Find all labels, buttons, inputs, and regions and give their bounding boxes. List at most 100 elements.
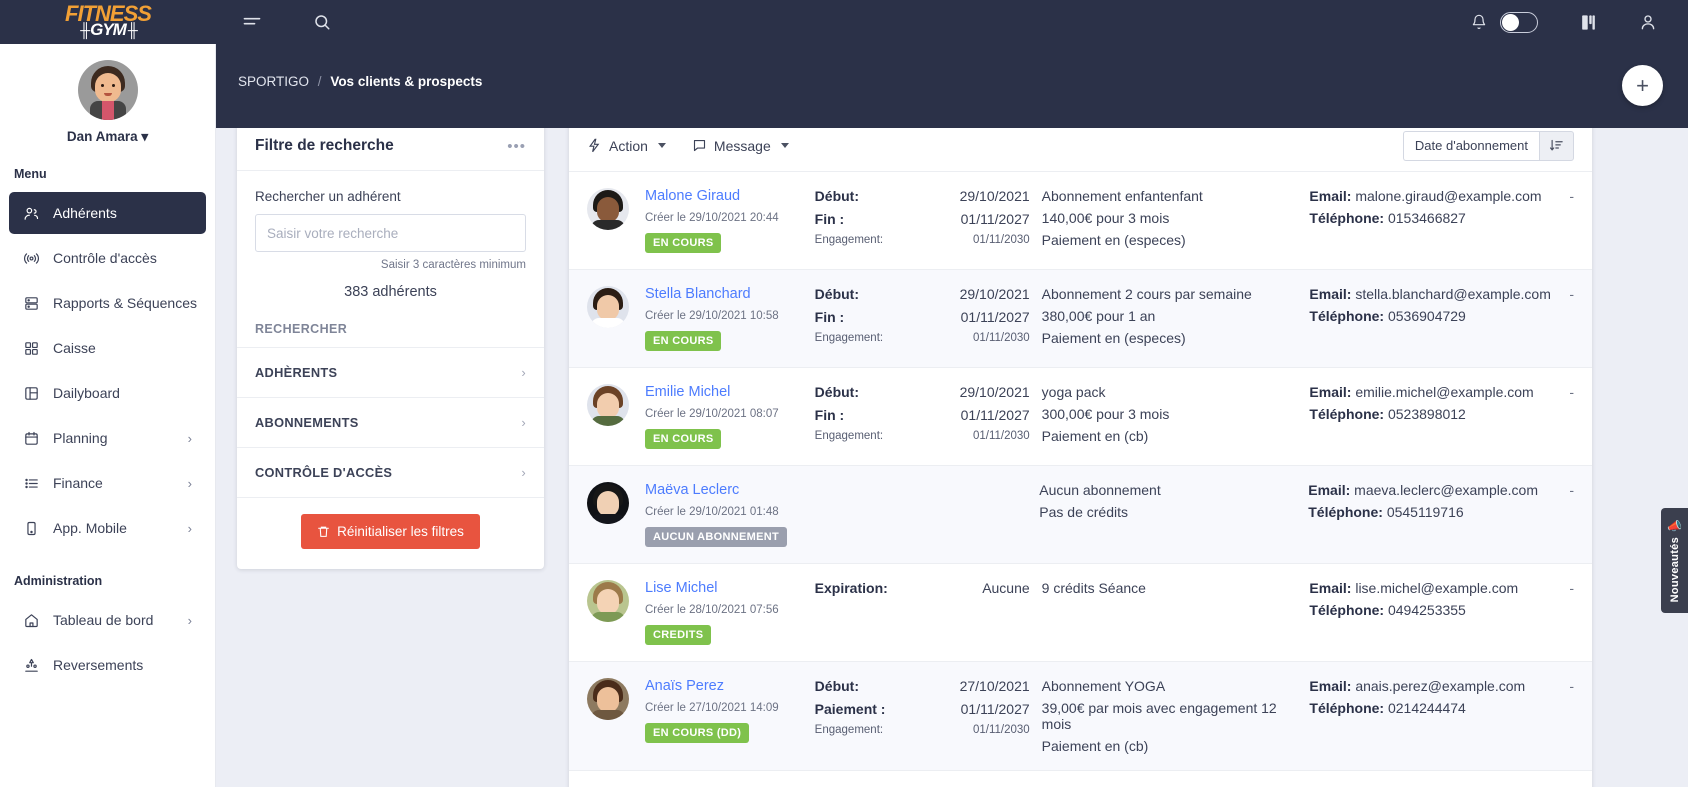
sidebar-item-planning[interactable]: Planning › <box>9 417 206 459</box>
date-value: Aucune <box>982 580 1030 596</box>
row-dates-cell: Début: 29/10/2021 Fin : 01/11/2027 Engagemen… <box>815 188 1030 253</box>
row-end-cell: - <box>1569 384 1574 400</box>
table-row[interactable]: Malone Giraud Créer le 29/10/2021 20:44 EN… <box>569 172 1592 270</box>
message-label: Message <box>713 137 771 154</box>
sidebar-username: Dan Amara <box>66 129 138 144</box>
search-hint: Saisir 3 caractères minimum <box>380 259 526 271</box>
email-line: Email: malone.giraud@example.com <box>1309 188 1569 204</box>
date-value: 01/11/2027 <box>960 211 1030 227</box>
email-value: maeva.leclerc@example.com <box>1354 482 1538 498</box>
member-name-link[interactable]: Maëva Leclerc <box>645 482 815 498</box>
sidebar-admin-list: Tableau de bord › Reversements <box>0 599 215 686</box>
search-input[interactable] <box>255 214 526 252</box>
avatar[interactable] <box>587 482 629 524</box>
date-row: Début: 27/10/2021 <box>815 678 1030 694</box>
row-end-cell: - <box>1569 286 1574 302</box>
table-row[interactable]: Stella Blanchard Créer le 29/10/2021 10:5… <box>569 270 1592 368</box>
breadcrumb-root[interactable]: SPORTIGO <box>238 74 309 89</box>
search-icon[interactable] <box>300 0 344 44</box>
nouveautes-label: Nouveautés <box>1668 536 1681 603</box>
sidebar-item-contr-le-d-acc-s[interactable]: Contrôle d'accès <box>9 237 206 279</box>
table-row[interactable]: Anaïs Perez Créer le 27/10/2021 14:09 EN C… <box>569 662 1592 771</box>
chevron-right-icon: › <box>521 465 526 480</box>
chevron-right-icon: › <box>521 365 526 380</box>
message-dropdown[interactable]: Message <box>692 138 789 154</box>
sidebar-item-tableau-de-bord[interactable]: Tableau de bord › <box>9 599 206 641</box>
sidebar-item-app-mobile[interactable]: App. Mobile › <box>9 507 206 549</box>
phone-label: Téléphone: <box>1308 504 1383 520</box>
sidebar-username-wrap[interactable]: Dan Amara ▾ <box>67 129 148 145</box>
sidebar-item-label: Tableau de bord <box>53 612 154 628</box>
door-icon[interactable] <box>1566 0 1610 44</box>
table-row[interactable]: Emilie Michel Créer le 29/10/2021 08:07 EN… <box>569 368 1592 466</box>
notifications-toggle[interactable] <box>1500 11 1538 33</box>
phone-line: Téléphone: 0523898012 <box>1309 406 1569 422</box>
sort-direction-button[interactable] <box>1539 130 1574 161</box>
member-name-link[interactable]: Stella Blanchard <box>645 286 815 302</box>
sort-field-select[interactable]: Date d'abonnement <box>1402 130 1539 161</box>
avatar[interactable] <box>77 60 138 120</box>
reset-filters-label: Réinitialiser les filtres <box>337 524 464 539</box>
filter-section-label: ABONNEMENTS <box>255 415 359 430</box>
sidebar-item-rapports-s-quences[interactable]: Rapports & Séquences <box>9 282 206 324</box>
hamburger-icon[interactable] <box>230 0 274 44</box>
filter-section-label: CONTRÔLE D'ACCÈS <box>255 465 393 480</box>
brand-logo[interactable]: FITNESS ╫ GYM ╫ <box>0 0 216 44</box>
avatar[interactable] <box>587 188 629 230</box>
row-subscription-cell: 9 crédits Séance <box>1030 580 1310 645</box>
table-row[interactable]: Lise Michel Créer le 28/10/2021 07:56 CRED… <box>569 564 1592 662</box>
action-label: Action <box>609 137 648 154</box>
filter-subheading: RECHERCHER <box>255 322 348 336</box>
member-name-link[interactable]: Malone Giraud <box>645 188 815 204</box>
date-value: 01/11/2027 <box>960 701 1030 717</box>
bolt-icon <box>587 138 602 153</box>
phone-value: 0214244474 <box>1387 700 1466 716</box>
date-row: Expiration: Aucune <box>815 580 1030 596</box>
avatar[interactable] <box>587 678 629 720</box>
email-line: Email: stella.blanchard@example.com <box>1309 286 1569 302</box>
filter-section-row[interactable]: CONTRÔLE D'ACCÈS › <box>237 447 544 497</box>
table-row[interactable]: Maëva Leclerc Créer le 29/10/2021 01:48 AU… <box>569 466 1592 564</box>
filter-title: Filtre de recherche <box>255 137 394 154</box>
navbar-right-group <box>1466 0 1688 44</box>
members-rows: Malone Giraud Créer le 29/10/2021 20:44 EN… <box>569 172 1592 771</box>
subscription-line: 9 crédits Séance <box>1041 580 1146 596</box>
member-name-link[interactable]: Anaïs Perez <box>645 678 815 694</box>
row-name-cell: Stella Blanchard Créer le 29/10/2021 10:5… <box>633 286 815 351</box>
sidebar-item-adh-rents[interactable]: Adhérents <box>9 192 206 234</box>
date-label: Début: <box>814 188 859 204</box>
avatar[interactable] <box>587 286 629 328</box>
sidebar-item-finance[interactable]: Finance › <box>9 462 206 504</box>
filter-section-row[interactable]: ABONNEMENTS › <box>237 397 544 447</box>
bell-icon[interactable] <box>1466 0 1492 44</box>
member-name-link[interactable]: Emilie Michel <box>645 384 815 400</box>
sidebar-item-dailyboard[interactable]: Dailyboard <box>9 372 206 414</box>
email-value: anais.perez@example.com <box>1355 678 1526 694</box>
avatar[interactable] <box>587 384 629 426</box>
member-name-link[interactable]: Lise Michel <box>645 580 815 596</box>
date-value: 29/10/2021 <box>959 188 1030 204</box>
email-value: emilie.michel@example.com <box>1355 384 1534 400</box>
user-icon[interactable] <box>1626 0 1670 44</box>
reset-filters-button[interactable]: Réinitialiser les filtres <box>301 514 480 549</box>
avatar[interactable] <box>587 580 629 622</box>
sidebar-menu-list: Adhérents Contrôle d'accès Rapports & Séqu… <box>0 192 215 549</box>
sidebar-item-caisse[interactable]: Caisse <box>9 327 206 369</box>
member-created: Créer le 29/10/2021 01:48 <box>645 506 779 518</box>
action-dropdown[interactable]: Action <box>587 138 666 154</box>
add-button[interactable]: + <box>1622 65 1663 106</box>
date-label: Fin : <box>814 211 845 227</box>
search-field-label: Rechercher un adhérent <box>255 189 401 204</box>
sidebar-item-reversements[interactable]: Reversements <box>9 644 206 686</box>
ellipsis-icon[interactable]: ••• <box>507 138 526 155</box>
row-end-cell: - <box>1569 580 1574 596</box>
phone-value: 0153466827 <box>1387 210 1466 226</box>
email-value: malone.giraud@example.com <box>1355 188 1542 204</box>
phone-line: Téléphone: 0494253355 <box>1309 602 1569 618</box>
nouveautes-tab[interactable]: 📣 Nouveautés <box>1661 508 1688 613</box>
filter-section-row[interactable]: ADHÈRENTS › <box>237 347 544 397</box>
email-line: Email: anais.perez@example.com <box>1309 678 1569 694</box>
date-value: 01/11/2030 <box>972 430 1030 442</box>
date-row: Fin : 01/11/2027 <box>815 407 1030 423</box>
subscription-line: 140,00€ pour 3 mois <box>1041 210 1170 226</box>
